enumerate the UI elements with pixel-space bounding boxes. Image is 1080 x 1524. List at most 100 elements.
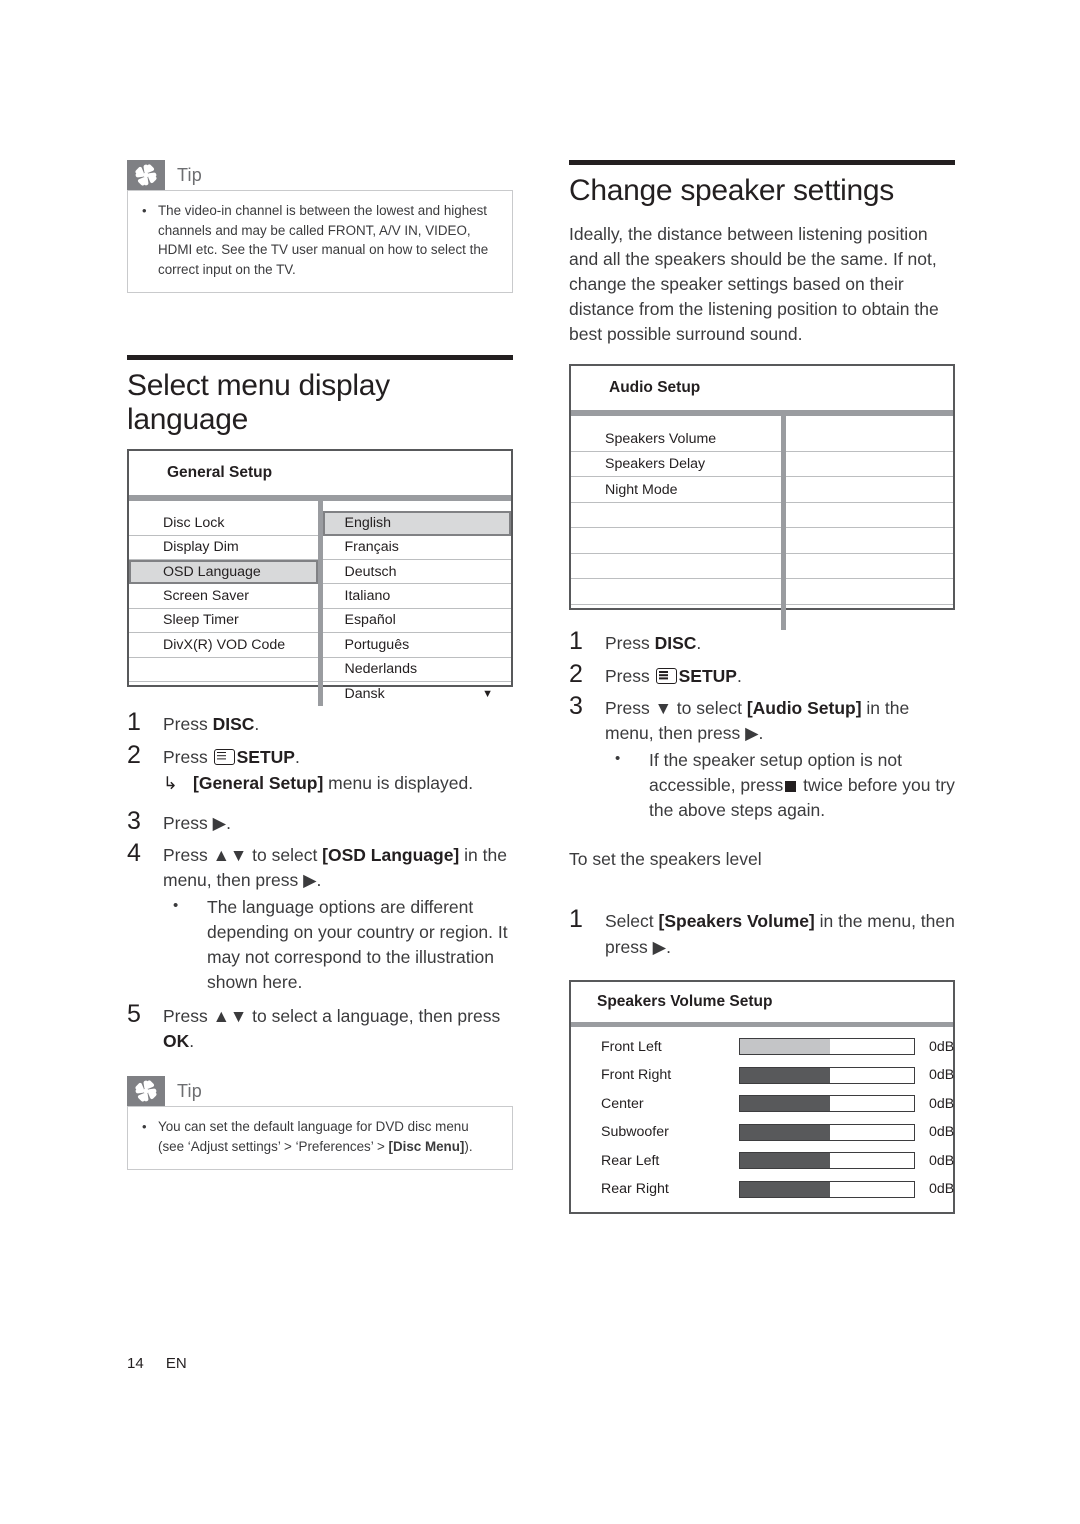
general-setup-language-list: English Français Deutsch Italiano Españo…: [322, 501, 512, 706]
list-item-empty: [129, 658, 318, 682]
result-arrow-icon: ↳: [163, 772, 178, 793]
step-number: 5: [127, 1000, 141, 1029]
speaker-row-center[interactable]: Center 0dB: [571, 1090, 954, 1119]
page-title-select-menu-language: Select menu display language: [127, 368, 390, 436]
volume-value: 0dB: [929, 1038, 955, 1055]
value-cell: [786, 579, 953, 605]
button-name-ok: OK: [163, 1031, 190, 1052]
step-text: Press DISC.: [605, 626, 955, 657]
menu-name-osd-language: [OSD Language]: [322, 845, 460, 866]
speakers-volume-rows: Front Left 0dB Front Right 0dB Center 0d…: [571, 1027, 955, 1212]
list-item[interactable]: Screen Saver: [129, 584, 318, 609]
speaker-name: Rear Right: [601, 1181, 669, 1198]
step-text: Select [Speakers Volume] in the menu, th…: [605, 904, 955, 959]
speaker-row-rear-left[interactable]: Rear Left 0dB: [571, 1147, 954, 1176]
audio-setup-value-list: [786, 416, 953, 630]
speakers-volume-setup-title: Speakers Volume Setup: [597, 992, 773, 1010]
step-text-tail: .: [736, 665, 742, 686]
speakers-volume-setup-screen: Speakers Volume Setup Front Left 0dB Fro…: [569, 979, 955, 1214]
volume-value: 0dB: [929, 1181, 955, 1198]
speaker-row-rear-right[interactable]: Rear Right 0dB: [571, 1175, 955, 1204]
button-name-setup: SETUP: [678, 665, 737, 686]
step-text-tail: .: [294, 746, 300, 767]
volume-slider[interactable]: [739, 1038, 915, 1056]
speaker-name: Center: [601, 1095, 644, 1112]
tip-box-bottom: Tip • You can set the default language f…: [127, 1076, 513, 1170]
list-item-selected-osd-language[interactable]: OSD Language: [129, 559, 318, 585]
general-setup-screen: General Setup Disc Lock Display Dim OSD …: [127, 449, 513, 707]
list-item[interactable]: Disc Lock: [129, 511, 318, 536]
list-item-empty: [571, 605, 781, 631]
volume-slider[interactable]: [739, 1066, 915, 1084]
step-text-lead: Press: [163, 812, 213, 833]
list-item-empty: [571, 528, 782, 554]
down-arrow-icon: ▼: [654, 698, 672, 719]
button-name-disc: DISC: [212, 714, 255, 735]
step-number: 1: [127, 708, 141, 737]
tip-label: Tip: [177, 1080, 202, 1101]
step-text: Press DISC.: [163, 707, 513, 738]
sub-bullet-text: If the speaker setup option is not acces…: [649, 748, 955, 823]
language-option[interactable]: Nederlands: [322, 658, 511, 682]
list-item-empty: [571, 554, 782, 580]
bullet-dot: •: [142, 203, 147, 218]
volume-slider-fill: [740, 1039, 831, 1055]
language-option[interactable]: Italiano: [322, 584, 511, 609]
language-option[interactable]: Português: [322, 633, 511, 658]
speaker-row-front-right[interactable]: Front Right 0dB: [571, 1061, 954, 1090]
chevron-down-icon[interactable]: ▼: [482, 688, 493, 700]
step-number: 3: [569, 692, 583, 721]
step-text-mid: to select: [671, 698, 747, 719]
step-text-lead: Press: [163, 1006, 213, 1027]
menu-name-general-setup: [General Setup]: [193, 772, 324, 793]
step-4: 4 Press ▲▼ to select [OSD Language] in t…: [127, 838, 513, 995]
language-option[interactable]: Dansk ▼: [323, 682, 512, 706]
list-item-speakers-delay[interactable]: Speakers Delay: [571, 452, 782, 478]
language-option-selected[interactable]: English: [322, 511, 511, 536]
language-option[interactable]: Deutsch: [322, 560, 511, 585]
step-text-tail: .: [226, 812, 231, 833]
language-option[interactable]: Español: [322, 609, 511, 634]
step-text: Press ▲▼ to select a language, then pres…: [163, 999, 513, 1054]
value-cell: [786, 452, 953, 478]
step-number: 1: [569, 627, 583, 656]
list-item-empty: [129, 682, 318, 706]
step-3: 3 Press ▼ to select [Audio Setup] in the…: [569, 691, 955, 823]
language-option[interactable]: Français: [322, 536, 511, 560]
setup-menu-icon: [213, 748, 235, 765]
up-down-arrow-icon: ▲▼: [212, 845, 248, 866]
step-text: Press SETUP. ↳ [General Setup] menu is d…: [163, 740, 513, 796]
step-number: 3: [127, 806, 141, 835]
tip-item-text: The video-in channel is between the lowe…: [158, 203, 489, 278]
bullet-dot: •: [615, 750, 621, 768]
list-item[interactable]: Sleep Timer: [129, 609, 318, 634]
section-rule: [569, 160, 955, 165]
menu-name-speakers-volume: [Speakers Volume]: [658, 911, 815, 932]
sub-bullet-text: The language options are different depen…: [207, 897, 508, 993]
list-item[interactable]: DivX(R) VOD Code: [129, 633, 318, 658]
step-sub-bullet: • The language options are different dep…: [163, 895, 513, 995]
list-item[interactable]: Display Dim: [129, 536, 318, 560]
volume-slider[interactable]: [739, 1123, 915, 1141]
step-text-mid: to select: [247, 845, 323, 866]
section-rule: [127, 354, 513, 360]
speaker-row-subwoofer[interactable]: Subwoofer 0dB: [571, 1118, 954, 1147]
bullet-dot: •: [173, 897, 179, 915]
volume-slider[interactable]: [739, 1152, 915, 1170]
value-cell: [786, 477, 953, 503]
step-text-mid: to select a language, then press: [247, 1006, 501, 1027]
list-item-night-mode[interactable]: Night Mode: [571, 477, 782, 503]
list-item-speakers-volume[interactable]: Speakers Volume: [571, 426, 782, 452]
speaker-row-front-left[interactable]: Front Left 0dB: [571, 1033, 955, 1062]
volume-slider[interactable]: [739, 1180, 915, 1198]
volume-slider[interactable]: [739, 1095, 915, 1113]
bullet-dot: •: [142, 1119, 147, 1135]
step-result-note: ↳ [General Setup] menu is displayed.: [163, 771, 513, 796]
tip-label: Tip: [177, 164, 202, 185]
button-name-disc: DISC: [654, 633, 697, 654]
page-number: 14: [127, 1355, 144, 1372]
general-setup-columns: Disc Lock Display Dim OSD Language Scree…: [129, 501, 512, 707]
step-text-tail: .: [696, 633, 702, 654]
menu-name-disc-menu: [Disc Menu]: [388, 1139, 465, 1155]
asterisk-icon: [127, 1076, 165, 1107]
